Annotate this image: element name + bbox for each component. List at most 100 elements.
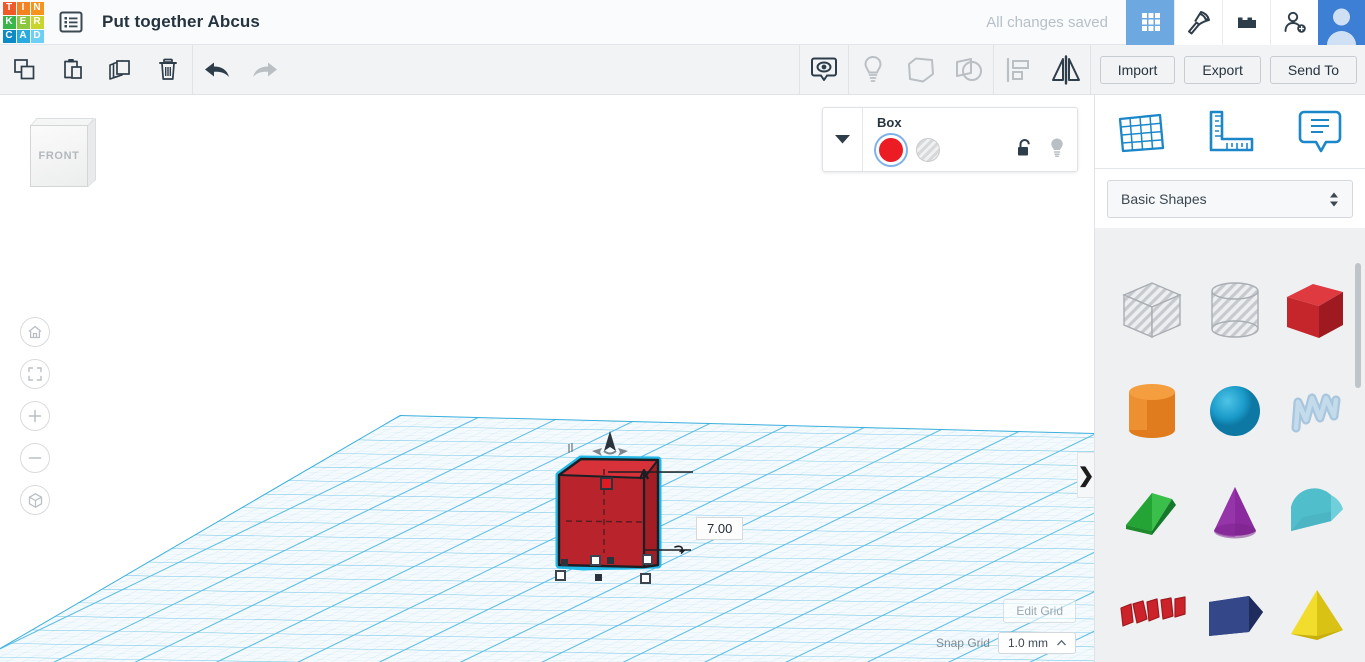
snap-grid-select[interactable]: 1.0 mm xyxy=(997,632,1076,654)
invite-button[interactable] xyxy=(1270,0,1318,45)
mirror-icon xyxy=(1051,54,1080,85)
snap-grid-label: Snap Grid xyxy=(935,636,990,650)
mirror-button[interactable] xyxy=(1042,45,1090,95)
logo-letter: R xyxy=(30,15,44,29)
paste-button[interactable] xyxy=(48,45,96,95)
corner-resize-handle[interactable] xyxy=(590,555,601,566)
notes-icon xyxy=(1298,110,1342,152)
brick-icon xyxy=(1237,17,1256,28)
home-view-button[interactable] xyxy=(20,317,50,347)
logo-tiles: T I N K E R C A D xyxy=(2,1,44,43)
shape-roof[interactable] xyxy=(1109,461,1195,562)
snap-grid-value: 1.0 mm xyxy=(1007,636,1048,650)
edit-grid-button[interactable]: Edit Grid xyxy=(1003,599,1076,623)
trash-icon xyxy=(159,58,177,80)
panel-collapse-handle[interactable]: ❯ xyxy=(1077,452,1094,498)
object-properties-panel: Box xyxy=(822,107,1078,172)
corner-resize-handle[interactable] xyxy=(555,570,566,581)
ungroup-shapes-icon xyxy=(955,57,982,81)
shape-cone[interactable] xyxy=(1195,461,1275,562)
grid-apps-button[interactable] xyxy=(1126,0,1174,45)
corner-resize-handle[interactable] xyxy=(642,554,653,565)
dimension-label[interactable]: 7.00 xyxy=(696,517,744,540)
delete-button[interactable] xyxy=(144,45,192,95)
selected-box-object[interactable]: 7.00 xyxy=(548,425,758,600)
workplane-grid xyxy=(0,95,1094,662)
page-title[interactable]: Put together Abcus xyxy=(102,12,260,32)
align-icon xyxy=(1006,57,1029,82)
unlock-icon[interactable] xyxy=(1016,138,1033,163)
home-icon xyxy=(28,325,42,339)
ungroup-button[interactable] xyxy=(945,45,993,95)
edge-midpoint-handle[interactable] xyxy=(561,559,568,566)
sidebar-item-notes[interactable] xyxy=(1275,106,1365,158)
workplane-icon xyxy=(1118,113,1165,152)
group-shapes-icon xyxy=(907,57,934,82)
main-toolbar: Import Export Send To xyxy=(0,44,1365,95)
shape-box-hole[interactable] xyxy=(1109,259,1195,360)
shape-cylinder-hole[interactable] xyxy=(1195,259,1275,360)
corner-resize-handle[interactable] xyxy=(640,573,651,584)
sidebar-item-ruler[interactable] xyxy=(1185,107,1275,157)
shape-cylinder[interactable] xyxy=(1109,360,1195,461)
edge-midpoint-handle[interactable] xyxy=(595,574,602,581)
chevron-up-icon xyxy=(1057,640,1066,646)
import-button[interactable]: Import xyxy=(1099,55,1176,84)
view-navigation-controls xyxy=(20,317,50,527)
shape-box[interactable] xyxy=(1275,259,1355,360)
redo-button[interactable] xyxy=(241,45,289,95)
logo-letter: E xyxy=(16,15,30,29)
zoom-in-button[interactable] xyxy=(20,401,50,431)
avatar[interactable] xyxy=(1318,0,1365,45)
shape-sphere[interactable] xyxy=(1195,360,1275,461)
shape-halfsphere[interactable] xyxy=(1275,461,1355,562)
hole-swatch[interactable] xyxy=(916,138,940,162)
grid-icon xyxy=(1141,13,1160,31)
shapes-palette[interactable] xyxy=(1095,255,1365,662)
blocks-button[interactable] xyxy=(1222,0,1270,45)
shape-text[interactable] xyxy=(1109,562,1195,662)
logo-letter: C xyxy=(2,29,16,43)
show-hide-button[interactable] xyxy=(800,45,848,95)
top-header-bar: T I N K E R C A D Put together Abcus All… xyxy=(0,0,1365,45)
list-document-icon[interactable] xyxy=(58,10,84,34)
logo-letter: N xyxy=(30,1,44,15)
undo-button[interactable] xyxy=(193,45,241,95)
user-avatar-icon xyxy=(1318,0,1365,45)
shape-tube[interactable] xyxy=(1195,562,1275,662)
plus-icon xyxy=(28,409,42,423)
zoom-out-button[interactable] xyxy=(20,443,50,473)
highlight-button[interactable] xyxy=(849,45,897,95)
copy-button[interactable] xyxy=(0,45,48,95)
box-geometry[interactable] xyxy=(548,425,758,603)
shape-scribble[interactable] xyxy=(1275,360,1355,461)
object-panel-collapse-button[interactable] xyxy=(823,108,863,171)
chevron-down-icon xyxy=(835,135,850,144)
action-buttons: Import Export Send To xyxy=(1091,55,1357,84)
view-cube-side-face[interactable] xyxy=(88,117,96,187)
shape-category-select[interactable]: Basic Shapes xyxy=(1107,180,1353,218)
solid-color-swatch[interactable] xyxy=(879,138,903,162)
object-name: Box xyxy=(877,115,902,130)
align-button[interactable] xyxy=(994,45,1042,95)
3d-workplane-canvas[interactable]: FRONT 7.00 ❯ Edit Grid Snap Grid 1.0 mm xyxy=(0,95,1094,662)
shape-category-wrap: Basic Shapes xyxy=(1095,169,1365,228)
height-resize-handle[interactable] xyxy=(600,477,613,490)
fit-view-button[interactable] xyxy=(20,359,50,389)
edge-midpoint-handle[interactable] xyxy=(607,557,614,564)
view-cube-front-face[interactable]: FRONT xyxy=(30,125,88,187)
export-button[interactable]: Export xyxy=(1184,55,1261,84)
group-button[interactable] xyxy=(897,45,945,95)
ortho-perspective-button[interactable] xyxy=(20,485,50,515)
duplicate-button[interactable] xyxy=(96,45,144,95)
sendto-button[interactable]: Send To xyxy=(1269,55,1357,84)
header-right-controls: All changes saved xyxy=(986,0,1365,45)
codeblocks-button[interactable] xyxy=(1174,0,1222,45)
lightbulb-icon[interactable] xyxy=(1049,137,1065,163)
sidebar-scrollbar[interactable] xyxy=(1355,263,1361,388)
sidebar-item-workplane[interactable] xyxy=(1095,107,1185,157)
undo-arrow-icon xyxy=(205,62,229,77)
tinkercad-logo[interactable]: T I N K E R C A D xyxy=(0,0,46,45)
view-cube[interactable]: FRONT xyxy=(22,117,102,202)
shape-pyramid[interactable] xyxy=(1275,562,1355,662)
